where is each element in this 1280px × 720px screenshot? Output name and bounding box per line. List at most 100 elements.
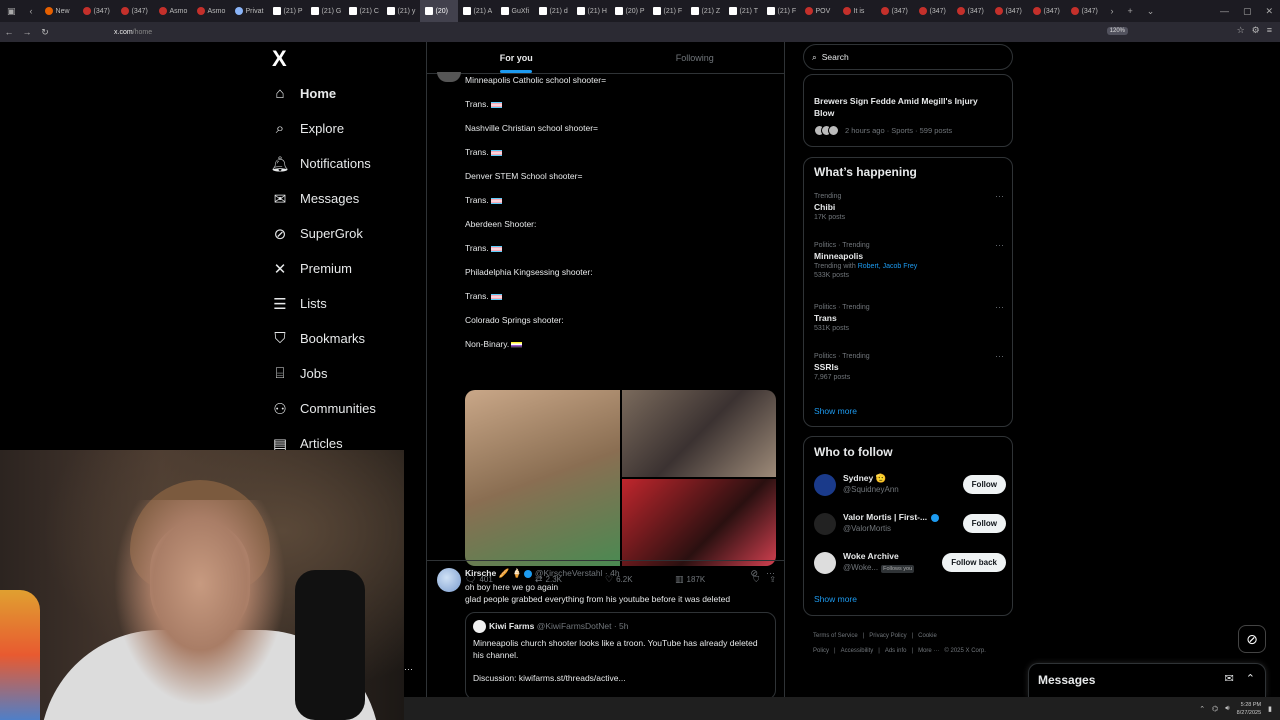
- browser-tab[interactable]: GuXfi: [496, 0, 534, 22]
- zoom-level[interactable]: 120%: [1106, 27, 1128, 35]
- follow-suggestion[interactable]: Sydney 🫡 @SquidneyAnn Follow: [814, 471, 1006, 501]
- trend-item[interactable]: Trending Chibi 17K posts ···: [814, 191, 1004, 221]
- browser-tab[interactable]: It is: [838, 0, 876, 22]
- more-icon[interactable]: ···: [995, 191, 1004, 201]
- scroll-tabs-left-icon[interactable]: ‹: [23, 6, 40, 16]
- browser-tab[interactable]: (21) A: [458, 0, 496, 22]
- browser-tab[interactable]: (347): [1028, 0, 1066, 22]
- more-icon[interactable]: ···: [995, 240, 1004, 250]
- back-icon[interactable]: ←: [0, 27, 18, 37]
- x-logo[interactable]: X: [272, 46, 420, 76]
- media-image[interactable]: [622, 390, 776, 477]
- browser-tab[interactable]: (21) F: [648, 0, 686, 22]
- reload-icon[interactable]: ↻: [36, 27, 54, 38]
- avatar[interactable]: [814, 552, 836, 574]
- show-more-link[interactable]: Show more: [814, 406, 857, 416]
- browser-tab[interactable]: (21) G: [306, 0, 344, 22]
- footer-link[interactable]: © 2025 X Corp.: [944, 648, 985, 654]
- browser-tab[interactable]: Privat: [230, 0, 268, 22]
- grok-button[interactable]: ⊘: [1238, 625, 1266, 653]
- more-icon[interactable]: ···: [766, 568, 775, 579]
- expand-icon[interactable]: ⌃: [1246, 672, 1255, 685]
- trend-item[interactable]: Politics · Trending SSRIs 7,967 posts ···: [814, 351, 1004, 381]
- more-icon[interactable]: ···: [995, 302, 1004, 312]
- tab-following[interactable]: Following: [606, 42, 785, 73]
- browser-tab[interactable]: (21) T: [724, 0, 762, 22]
- extension-icon[interactable]: ⚙: [1252, 25, 1260, 36]
- browser-tab[interactable]: (21) C: [344, 0, 382, 22]
- browser-tab[interactable]: (347): [990, 0, 1028, 22]
- browser-tab[interactable]: (21) H: [572, 0, 610, 22]
- notification-icon[interactable]: ▮: [1268, 705, 1272, 713]
- footer-link[interactable]: More ···: [918, 648, 939, 654]
- tab-for-you[interactable]: For you: [427, 42, 606, 73]
- forward-icon[interactable]: →: [18, 27, 36, 37]
- browser-tab[interactable]: Asmo: [154, 0, 192, 22]
- browser-tab[interactable]: (347): [952, 0, 990, 22]
- footer-link[interactable]: Privacy Policy: [869, 633, 906, 639]
- browser-tab[interactable]: (21) P: [268, 0, 306, 22]
- nav-item-premium[interactable]: ✕ Premium: [270, 251, 420, 286]
- media-image[interactable]: [622, 479, 776, 566]
- browser-tab[interactable]: Asmo: [192, 0, 230, 22]
- media-image[interactable]: [465, 390, 620, 566]
- tweet-time[interactable]: · 4h: [605, 568, 620, 578]
- close-window-icon[interactable]: ✕: [1258, 6, 1280, 17]
- clock[interactable]: 5:28 PM 8/27/2025: [1237, 701, 1261, 717]
- browser-tab[interactable]: (21) y: [382, 0, 420, 22]
- avatar[interactable]: [814, 474, 836, 496]
- footer-link[interactable]: Terms of Service: [813, 633, 858, 639]
- tweet-media[interactable]: [465, 390, 776, 566]
- browser-tab[interactable]: (20): [419, 0, 458, 22]
- more-icon[interactable]: ···: [404, 664, 413, 674]
- avatar[interactable]: [437, 72, 461, 82]
- scroll-tabs-right-icon[interactable]: ›: [1104, 6, 1121, 16]
- news-card[interactable]: Brewers Sign Fedde Amid Megill's Injury …: [803, 74, 1013, 147]
- bookmark-star-icon[interactable]: ☆: [1237, 25, 1245, 36]
- browser-tab[interactable]: (347): [116, 0, 154, 22]
- network-icon[interactable]: ⌬: [1212, 705, 1218, 713]
- follow-button[interactable]: Follow: [962, 514, 1006, 533]
- footer-link[interactable]: Ads info: [885, 648, 907, 654]
- address-field[interactable]: x.com/home: [114, 29, 152, 36]
- follow-button[interactable]: Follow back: [942, 553, 1006, 572]
- tab-list-icon[interactable]: ▣: [0, 6, 23, 17]
- browser-tab[interactable]: (21) d: [534, 0, 572, 22]
- browser-tab[interactable]: (347): [876, 0, 914, 22]
- browser-tab[interactable]: (347): [914, 0, 952, 22]
- follow-suggestion[interactable]: Woke Archive @Woke... Follows you Follow ba…: [814, 549, 1006, 579]
- more-icon[interactable]: ···: [995, 351, 1004, 361]
- avatar[interactable]: [437, 568, 461, 592]
- new-tab-icon[interactable]: +: [1121, 6, 1140, 16]
- trend-item[interactable]: Politics · Trending Trans 531K posts ···: [814, 302, 1004, 332]
- nav-item-communities[interactable]: ⚇ Communities: [270, 391, 420, 426]
- grok-icon[interactable]: ⊘: [750, 568, 758, 579]
- browser-tab[interactable]: (20) P: [610, 0, 648, 22]
- follow-suggestion[interactable]: Valor Mortis | First-... @ValorMortis Foll…: [814, 510, 1006, 540]
- tray-chevron-icon[interactable]: ⌃: [1199, 705, 1205, 713]
- new-message-icon[interactable]: ✉: [1225, 672, 1234, 685]
- nav-item-jobs[interactable]: ⌸ Jobs: [270, 356, 420, 391]
- nav-item-home[interactable]: ⌂ Home: [270, 76, 420, 111]
- search-input[interactable]: ⌕ Search: [803, 44, 1013, 70]
- footer-link[interactable]: Accessibility: [841, 648, 874, 654]
- quoted-tweet[interactable]: Kiwi Farms @KiwiFarmsDotNet · 5h Minneap…: [465, 612, 776, 700]
- minimize-icon[interactable]: —: [1213, 6, 1236, 16]
- browser-tab[interactable]: POV: [800, 0, 838, 22]
- messages-drawer[interactable]: Messages ✉ ⌃: [1028, 663, 1266, 697]
- browser-tab[interactable]: (347): [78, 0, 116, 22]
- volume-icon[interactable]: 🔊︎: [1225, 705, 1229, 713]
- follow-button[interactable]: Follow: [962, 475, 1006, 494]
- nav-item-notifications[interactable]: 🔔︎ Notifications: [270, 146, 420, 181]
- show-more-link[interactable]: Show more: [814, 594, 857, 604]
- browser-tab[interactable]: (347): [1066, 0, 1104, 22]
- browser-tab[interactable]: New: [40, 0, 78, 22]
- trending-with-names[interactable]: Robert, Jacob Frey: [858, 263, 918, 270]
- author-name[interactable]: Kirsche: [465, 568, 496, 578]
- maximize-icon[interactable]: ▢: [1236, 6, 1259, 17]
- browser-tab[interactable]: (21) F: [762, 0, 800, 22]
- nav-item-lists[interactable]: ☰ Lists: [270, 286, 420, 321]
- menu-icon[interactable]: ≡: [1267, 25, 1272, 36]
- nav-item-bookmarks[interactable]: ⛉ Bookmarks: [270, 321, 420, 356]
- author-handle[interactable]: @KirscheVerstahl: [535, 568, 603, 578]
